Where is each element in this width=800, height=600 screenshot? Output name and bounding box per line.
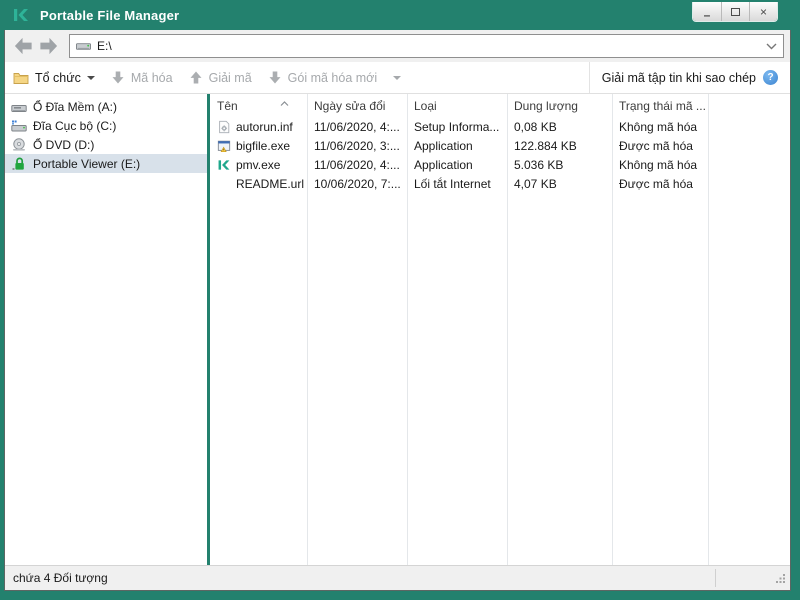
file-list-header: Tên Ngày sửa đổi Loại Dung lượng Trạng t…: [210, 94, 790, 117]
organize-caret-icon: [86, 75, 95, 80]
main-area: Ổ Đĩa Mềm (A:) Đĩa Cục bộ (C:) Ổ DVD (D:…: [5, 94, 790, 565]
sidebar-item-floppy-a[interactable]: Ổ Đĩa Mềm (A:): [5, 97, 207, 116]
file-size: 0,08 KB: [514, 119, 557, 134]
file-row-readme-url[interactable]: README.url 10/06/2020, 7:... Lối tắt Int…: [210, 174, 790, 193]
file-name: README.url: [236, 176, 305, 191]
minimize-icon: –: [703, 7, 711, 22]
address-dropdown-button[interactable]: [766, 39, 777, 53]
forward-button[interactable]: [36, 33, 61, 59]
sidebar-item-dvd-d[interactable]: Ổ DVD (D:): [5, 135, 207, 154]
file-modified: 11/06/2020, 4:...: [314, 157, 400, 172]
column-header-size[interactable]: Dung lượng: [507, 99, 612, 113]
sidebar-item-label: Portable Viewer (E:): [33, 156, 141, 171]
column-separator[interactable]: [612, 94, 613, 565]
file-size: 5.036 KB: [514, 157, 564, 172]
file-type: Setup Informa...: [414, 119, 500, 134]
decrypt-button[interactable]: Giải mã: [189, 70, 252, 85]
more-actions-caret-icon: [393, 75, 402, 80]
file-encryption-status: Được mã hóa: [619, 176, 693, 191]
package-arrow-down-icon: [269, 71, 281, 84]
address-path: E:\: [97, 39, 112, 53]
file-row-autorun-inf[interactable]: autorun.inf 11/06/2020, 4:... Setup Info…: [210, 117, 790, 136]
status-bar-separator: [715, 569, 716, 587]
setup-information-file-icon: [217, 119, 232, 134]
minimize-button[interactable]: –: [693, 2, 721, 21]
chevron-down-icon: [766, 43, 777, 50]
file-encryption-status: Không mã hóa: [619, 119, 698, 134]
sidebar-item-label: Ổ DVD (D:): [33, 137, 95, 152]
address-bar[interactable]: E:\: [69, 34, 784, 58]
file-type: Application: [414, 138, 473, 153]
back-arrow-icon: [14, 37, 32, 54]
file-row-pmv-exe[interactable]: pmv.exe 11/06/2020, 4:... Application 5.…: [210, 155, 790, 174]
file-type: Lối tắt Internet: [414, 176, 491, 191]
client-area: E:\ Tổ chức Mã hóa Giải mã Gói mã hóa mớ…: [4, 30, 791, 591]
column-header-name[interactable]: Tên: [210, 99, 307, 113]
file-list: Tên Ngày sửa đổi Loại Dung lượng Trạng t…: [210, 94, 790, 565]
encrypt-button[interactable]: Mã hóa: [111, 70, 173, 85]
file-type: Application: [414, 157, 473, 172]
column-separator[interactable]: [407, 94, 408, 565]
decrypt-on-copy-section: Giải mã tập tin khi sao chép ?: [588, 62, 790, 93]
file-name: autorun.inf: [236, 119, 293, 134]
column-separator[interactable]: [307, 94, 308, 565]
file-row-bigfile-exe[interactable]: bigfile.exe 11/06/2020, 3:... Applicatio…: [210, 136, 790, 155]
forward-arrow-icon: [40, 37, 58, 54]
local-disk-icon: [11, 120, 27, 131]
status-text: chứa 4 Đối tượng: [13, 571, 108, 585]
window-controls: – ×: [692, 2, 778, 22]
drive-icon: [76, 43, 91, 50]
encrypt-arrow-down-icon: [112, 71, 124, 84]
dvd-drive-icon: [13, 137, 25, 151]
file-modified: 11/06/2020, 3:...: [314, 138, 400, 153]
organize-label: Tổ chức: [35, 70, 81, 85]
folder-icon: [13, 72, 29, 84]
back-button[interactable]: [11, 33, 36, 59]
help-icon[interactable]: ?: [763, 70, 778, 85]
file-name: bigfile.exe: [236, 138, 291, 153]
new-encrypted-package-button[interactable]: Gói mã hóa mới: [268, 70, 377, 85]
new-encrypted-package-label: Gói mã hóa mới: [287, 70, 378, 85]
toolbar: Tổ chức Mã hóa Giải mã Gói mã hóa mới Gi…: [5, 62, 790, 94]
close-button[interactable]: ×: [749, 2, 777, 21]
kaspersky-logo-icon: [12, 6, 30, 24]
encrypt-label: Mã hóa: [130, 70, 173, 85]
organize-button[interactable]: Tổ chức: [13, 71, 95, 85]
more-actions-button[interactable]: [393, 75, 402, 80]
file-encryption-status: Được mã hóa: [619, 138, 693, 153]
blank-file-icon: [217, 176, 232, 191]
maximize-button[interactable]: [721, 2, 749, 21]
drive-sidebar: Ổ Đĩa Mềm (A:) Đĩa Cục bộ (C:) Ổ DVD (D:…: [5, 94, 207, 565]
column-header-type[interactable]: Loại: [407, 99, 507, 113]
column-header-modified[interactable]: Ngày sửa đổi: [307, 99, 407, 113]
file-size: 4,07 KB: [514, 176, 557, 191]
column-header-status[interactable]: Trạng thái mã ...: [612, 99, 708, 113]
lock-drive-icon: [12, 157, 24, 170]
file-encryption-status: Không mã hóa: [619, 157, 698, 172]
decrypt-on-copy-label: Giải mã tập tin khi sao chép: [601, 70, 756, 85]
column-separator[interactable]: [708, 94, 709, 565]
navigation-bar: E:\: [5, 30, 790, 62]
maximize-icon: [731, 7, 740, 16]
sidebar-item-portable-viewer-e[interactable]: Portable Viewer (E:): [5, 154, 207, 173]
sidebar-item-label: Ổ Đĩa Mềm (A:): [33, 99, 118, 114]
sort-ascending-icon: [280, 95, 289, 109]
sidebar-item-label: Đĩa Cục bộ (C:): [33, 118, 117, 133]
title-bar: Portable File Manager – ×: [0, 0, 800, 30]
floppy-drive-icon: [11, 104, 27, 112]
kaspersky-file-icon: [217, 157, 232, 172]
decrypt-label: Giải mã: [208, 70, 252, 85]
application-file-icon: [217, 138, 232, 153]
resize-grip[interactable]: [775, 573, 786, 587]
file-modified: 10/06/2020, 7:...: [314, 176, 401, 191]
close-icon: ×: [759, 4, 767, 19]
sidebar-item-local-disk-c[interactable]: Đĩa Cục bộ (C:): [5, 116, 207, 135]
column-separator[interactable]: [507, 94, 508, 565]
file-name: pmv.exe: [236, 157, 281, 172]
file-modified: 11/06/2020, 4:...: [314, 119, 400, 134]
file-size: 122.884 KB: [514, 138, 577, 153]
status-bar: chứa 4 Đối tượng: [5, 565, 790, 590]
decrypt-arrow-up-icon: [190, 71, 202, 84]
window-title: Portable File Manager: [40, 7, 180, 23]
